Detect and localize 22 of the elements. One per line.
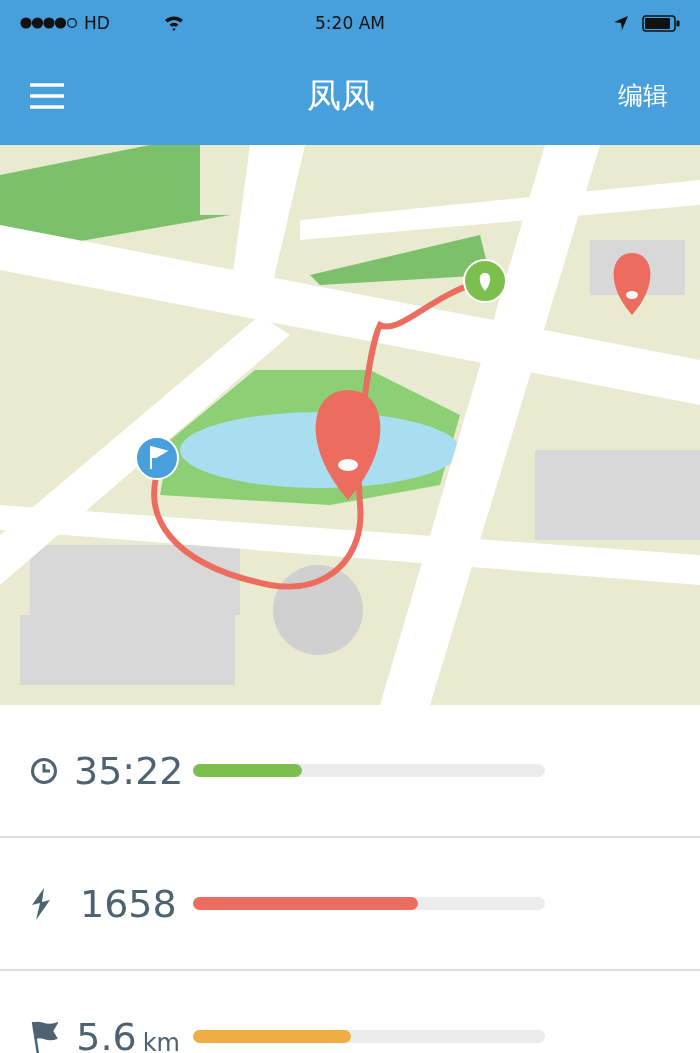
lightning-icon — [30, 887, 52, 920]
location-pin-icon[interactable] — [613, 253, 651, 315]
stat-value: 35:22 — [74, 748, 184, 793]
unit-text: km — [142, 1028, 180, 1053]
carrier-text: HD — [84, 13, 110, 33]
map-drawing[interactable] — [0, 145, 700, 705]
clock-icon — [30, 756, 58, 785]
flag-pin-icon[interactable] — [135, 436, 179, 480]
location-pin-icon[interactable] — [315, 390, 381, 500]
stat-value: 1658 — [80, 881, 177, 926]
destination-pin-icon[interactable] — [463, 259, 507, 303]
page-title: 凤凤 — [307, 73, 375, 117]
stat-value: 5.6 — [76, 1014, 137, 1053]
battery-icon — [642, 14, 680, 32]
menu-button[interactable] — [30, 82, 64, 109]
location-arrow-icon — [614, 16, 628, 30]
signal-icon — [20, 17, 78, 29]
status-time: 5:20 AM — [315, 13, 385, 33]
edit-button[interactable]: 编辑 — [618, 79, 668, 112]
flag-icon — [30, 1019, 58, 1053]
menu-icon — [30, 82, 64, 109]
wifi-icon — [163, 15, 184, 31]
